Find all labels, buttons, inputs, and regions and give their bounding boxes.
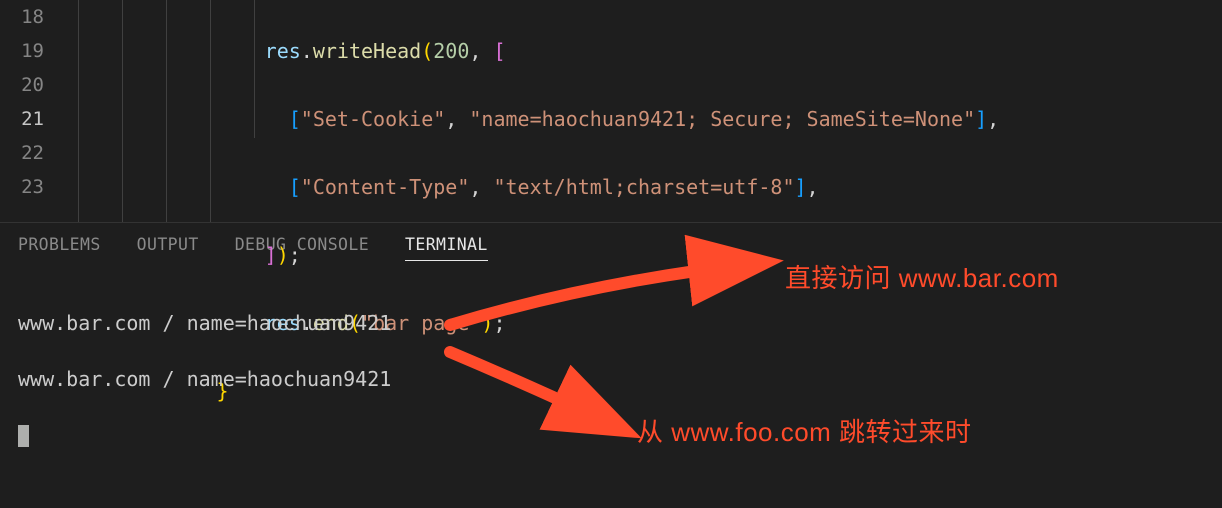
terminal-line: www.bar.com / name=haochuan9421 (18, 365, 1204, 393)
terminal-line: www.bar.com / name=haochuan9421 (18, 309, 1204, 337)
line-number-gutter: 18 19 20 21 22 23 (0, 0, 62, 222)
code-area[interactable]: res.writeHead(200, [ ["Set-Cookie", "nam… (62, 0, 999, 222)
line-number-current: 21 (0, 102, 44, 136)
code-line: res.writeHead(200, [ (72, 34, 999, 68)
line-number: 19 (0, 34, 44, 68)
code-editor[interactable]: 18 19 20 21 22 23 res.writeHead(200, [ [… (0, 0, 1222, 222)
code-line: ["Set-Cookie", "name=haochuan9421; Secur… (72, 102, 999, 136)
code-line: ["Content-Type", "text/html;charset=utf-… (72, 170, 999, 204)
line-number: 22 (0, 136, 44, 170)
line-number: 18 (0, 0, 44, 34)
line-number: 20 (0, 68, 44, 102)
terminal-cursor (18, 425, 29, 447)
terminal-output[interactable]: www.bar.com / name=haochuan9421 www.bar.… (0, 267, 1222, 477)
line-number: 23 (0, 170, 44, 204)
